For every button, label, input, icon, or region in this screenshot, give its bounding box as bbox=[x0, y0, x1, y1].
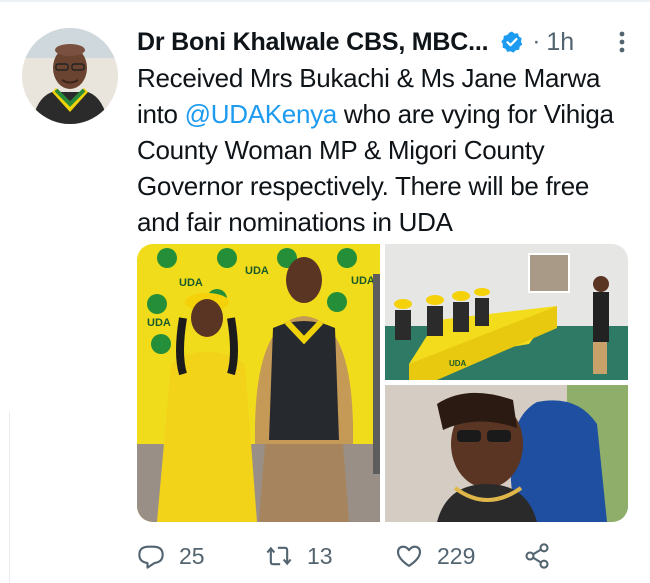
author-name[interactable]: Dr Boni Khalwale CBS, MBC... bbox=[137, 28, 489, 57]
avatar[interactable] bbox=[22, 28, 118, 124]
media-grid: UDA UDA UDA UDA UDA bbox=[137, 244, 628, 522]
timestamp[interactable]: 1h bbox=[546, 28, 574, 57]
photo-left[interactable]: UDA UDA UDA UDA bbox=[137, 244, 380, 522]
side-divider bbox=[0, 412, 10, 583]
reply-button[interactable]: 25 bbox=[137, 536, 205, 576]
share-button[interactable] bbox=[523, 536, 551, 576]
reply-count: 25 bbox=[179, 542, 205, 569]
banner-text: UDA bbox=[351, 275, 375, 287]
action-bar: 25 13 229 bbox=[137, 536, 637, 576]
heart-icon bbox=[396, 545, 422, 567]
verified-badge-icon bbox=[501, 31, 523, 53]
reply-icon bbox=[138, 545, 164, 569]
avatar-photo bbox=[22, 28, 118, 124]
retweet-button[interactable]: 13 bbox=[265, 536, 333, 576]
header-separator: · bbox=[532, 28, 541, 55]
top-divider bbox=[0, 0, 650, 2]
retweet-count: 13 bbox=[307, 542, 333, 569]
banner-text: UDA bbox=[245, 265, 269, 277]
more-options-icon[interactable] bbox=[612, 28, 632, 56]
like-button[interactable]: 229 bbox=[395, 536, 475, 576]
photo-top-right[interactable]: UDA bbox=[385, 244, 628, 380]
retweet-icon bbox=[266, 546, 292, 566]
share-icon bbox=[525, 543, 549, 569]
tweet-header: Dr Boni Khalwale CBS, MBC... · 1h bbox=[137, 28, 632, 56]
table-text: UDA bbox=[449, 359, 467, 368]
mention-link[interactable]: @UDAKenya bbox=[185, 99, 338, 129]
banner-text: UDA bbox=[179, 277, 203, 289]
like-count: 229 bbox=[437, 542, 476, 569]
photo-bottom-right[interactable] bbox=[385, 385, 628, 522]
banner-text: UDA bbox=[147, 317, 171, 329]
tweet-text: Received Mrs Bukachi & Ms Jane Marwa int… bbox=[137, 60, 637, 240]
